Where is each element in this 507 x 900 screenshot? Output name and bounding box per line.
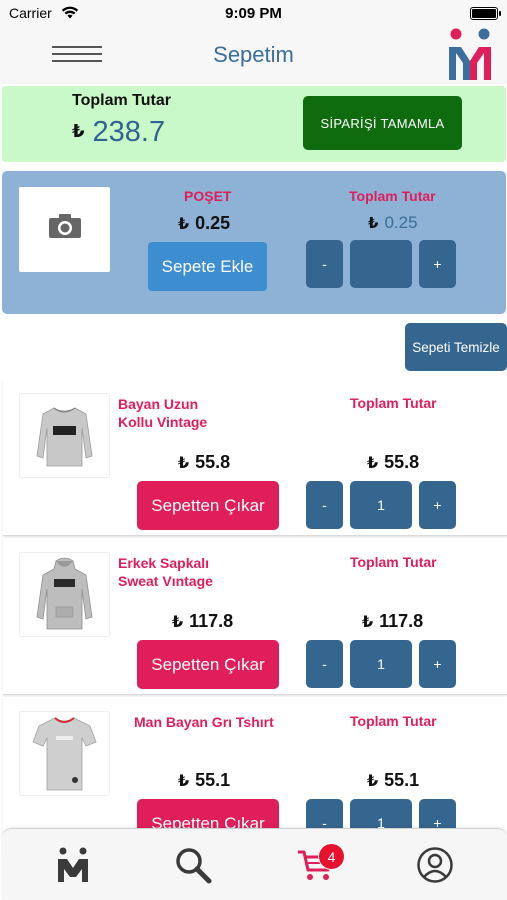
item-total: ₺ 55.1 xyxy=(367,770,419,791)
page-title: Sepetim xyxy=(213,42,294,67)
increment-button[interactable]: + xyxy=(419,640,456,688)
product-name: Man Bayan Grı Tshırt xyxy=(134,714,274,730)
product-name: Erkek Sapkalı Sweat Vıntage xyxy=(118,555,213,589)
currency-symbol: ₺ xyxy=(367,773,379,790)
currency-symbol: ₺ xyxy=(72,121,85,141)
item-total-value: 117.8 xyxy=(379,611,424,631)
item-total-label: Toplam Tutar xyxy=(350,395,437,411)
product-image xyxy=(19,711,110,796)
summary-amount-value: 238.7 xyxy=(92,116,166,148)
clear-cart-button[interactable]: Sepeti Temizle xyxy=(405,323,507,371)
add-to-cart-button[interactable]: Sepete Ekle xyxy=(148,242,267,291)
product-name: Bayan Uzun Kollu Vintage xyxy=(118,396,208,430)
currency-symbol: ₺ xyxy=(178,455,190,472)
currency-symbol: ₺ xyxy=(362,614,374,631)
battery-icon xyxy=(470,7,501,20)
camera-icon xyxy=(48,214,81,238)
sweater-image xyxy=(36,407,93,467)
bag-image-placeholder xyxy=(19,187,110,272)
summary-total-amount: ₺ 238.7 xyxy=(72,116,165,149)
item-total-label: Toplam Tutar xyxy=(350,713,437,729)
status-time: 9:09 PM xyxy=(225,5,282,22)
item-price-value: 55.1 xyxy=(195,770,231,790)
currency-symbol: ₺ xyxy=(368,215,379,232)
summary-total-label: Toplam Tutar xyxy=(72,92,171,109)
hoodie-image xyxy=(36,557,93,630)
tshirt-image xyxy=(32,717,97,791)
logo-icon xyxy=(58,847,88,882)
tab-home[interactable] xyxy=(48,842,98,888)
search-icon xyxy=(176,848,212,884)
increment-button[interactable]: + xyxy=(419,481,456,529)
bag-total: ₺ 0.25 xyxy=(368,213,418,233)
currency-symbol: ₺ xyxy=(178,773,190,790)
tab-search[interactable] xyxy=(168,842,218,888)
tab-profile[interactable] xyxy=(410,842,460,888)
item-price: ₺ 55.8 xyxy=(178,452,230,473)
currency-symbol: ₺ xyxy=(367,455,379,472)
bag-quantity-field[interactable] xyxy=(350,240,412,288)
complete-order-button[interactable]: SİPARİŞİ TAMAMLA xyxy=(303,96,462,150)
item-price: ₺ 117.8 xyxy=(172,611,233,632)
currency-symbol: ₺ xyxy=(178,216,190,233)
product-image xyxy=(19,552,110,637)
quantity-field[interactable]: 1 xyxy=(350,481,412,529)
bag-price: ₺ 0.25 xyxy=(178,213,230,234)
bag-total-label: Toplam Tutar xyxy=(349,188,436,204)
quantity-field[interactable]: 1 xyxy=(350,640,412,688)
profile-icon xyxy=(417,847,453,883)
currency-symbol: ₺ xyxy=(172,614,184,631)
bag-total-value: 0.25 xyxy=(384,213,418,232)
item-total-label: Toplam Tutar xyxy=(350,554,437,570)
item-price-value: 55.8 xyxy=(195,452,231,472)
cart-count-badge: 4 xyxy=(318,843,345,870)
remove-from-cart-button[interactable]: Sepetten Çıkar xyxy=(137,481,279,530)
item-price-value: 117.8 xyxy=(189,611,234,631)
product-image xyxy=(19,393,110,478)
bag-price-value: 0.25 xyxy=(195,213,231,233)
bag-increment-button[interactable]: + xyxy=(419,240,456,288)
item-price: ₺ 55.1 xyxy=(178,770,230,791)
placeholder-text xyxy=(64,241,65,246)
decrement-button[interactable]: - xyxy=(306,640,343,688)
item-total: ₺ 55.8 xyxy=(367,452,419,473)
item-total-value: 55.1 xyxy=(384,770,420,790)
bag-name: POŞET xyxy=(184,188,232,204)
bag-decrement-button[interactable]: - xyxy=(306,240,343,288)
item-total: ₺ 117.8 xyxy=(362,611,423,632)
remove-from-cart-button[interactable]: Sepetten Çıkar xyxy=(137,640,279,689)
brand-logo[interactable] xyxy=(446,27,494,83)
item-total-value: 55.8 xyxy=(384,452,420,472)
decrement-button[interactable]: - xyxy=(306,481,343,529)
